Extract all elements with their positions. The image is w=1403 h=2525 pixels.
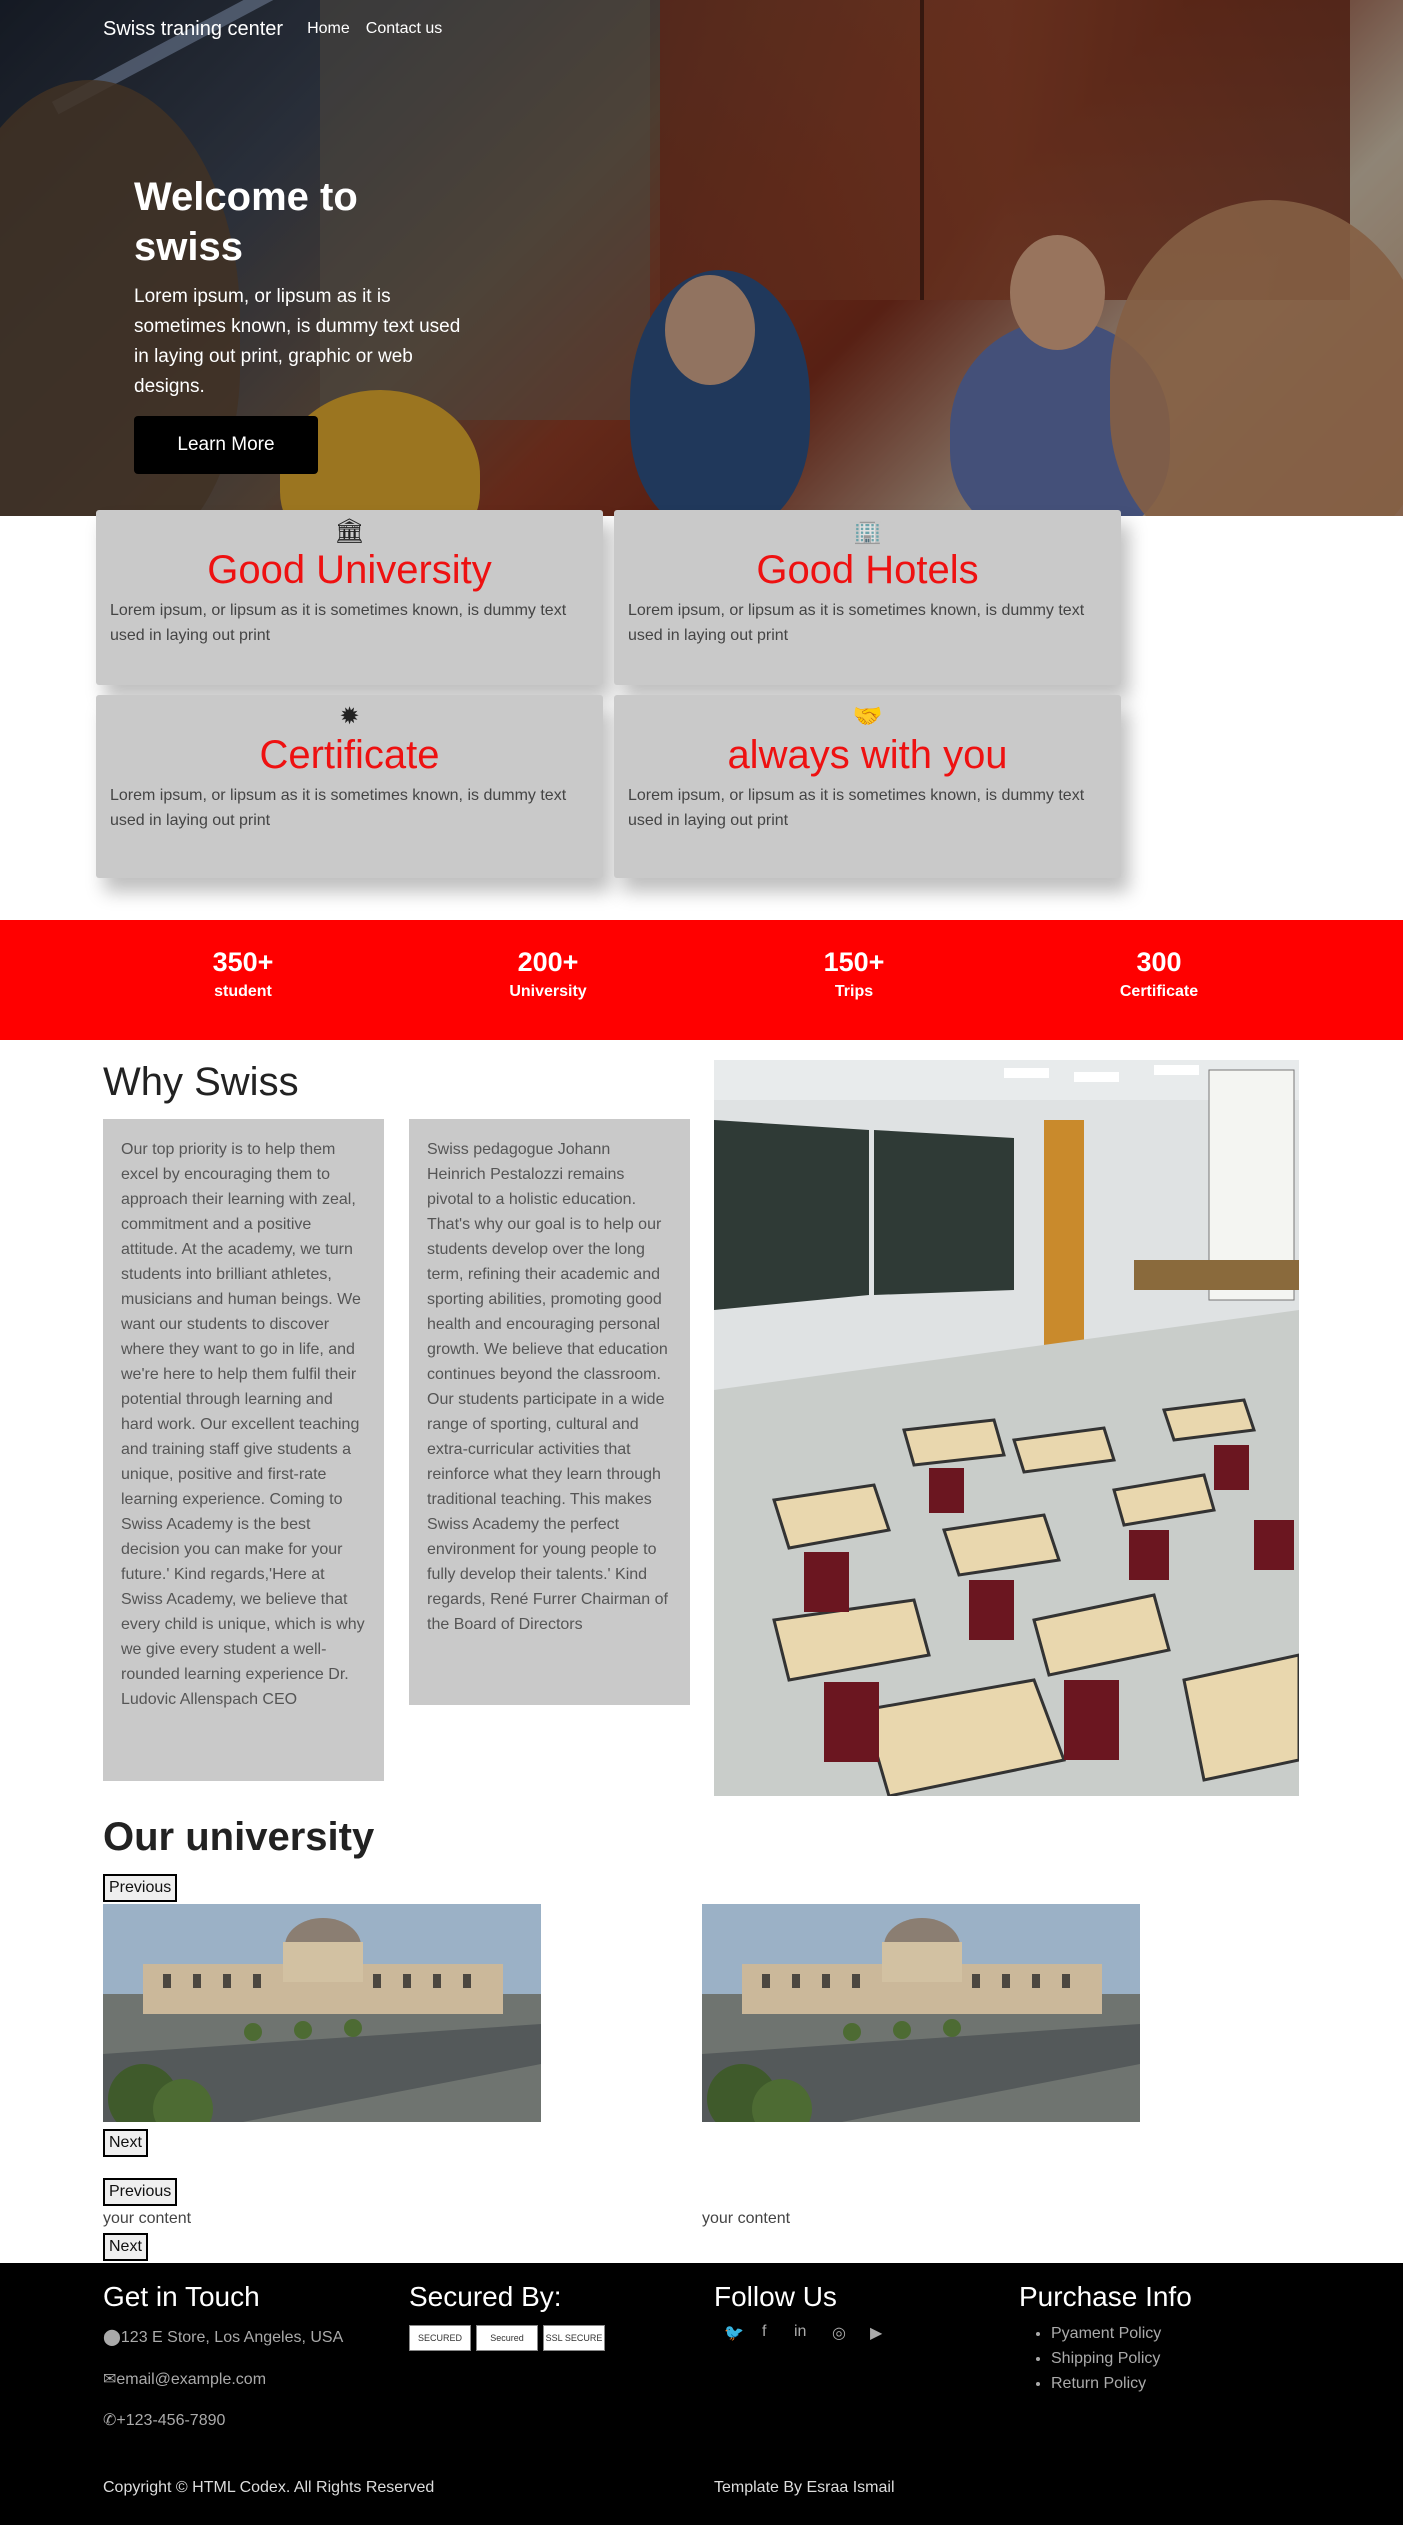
feature-title: Good University bbox=[207, 548, 492, 592]
stat-item: 350+ student bbox=[153, 944, 333, 1004]
feature-card: 🏛 Good University Lorem ipsum, or lipsum… bbox=[96, 510, 603, 685]
feature-card: 🤝 always with you Lorem ipsum, or lipsum… bbox=[614, 695, 1121, 878]
feature-title: Good Hotels bbox=[756, 548, 979, 592]
instagram-icon[interactable]: ◎ bbox=[832, 2323, 846, 2343]
classroom-image bbox=[714, 1060, 1299, 1796]
hotel-icon: 🏢 bbox=[852, 517, 883, 545]
policy-list: Pyament Policy Shipping Policy Return Po… bbox=[1035, 2321, 1161, 2396]
stat-item: 200+ University bbox=[458, 944, 638, 1004]
twitter-icon[interactable]: 🐦 bbox=[724, 2323, 744, 2343]
nav-link-home[interactable]: Home bbox=[307, 20, 350, 38]
university-image bbox=[702, 1904, 1140, 2122]
copyright-text: Copyright © HTML Codex. All Rights Reser… bbox=[103, 2479, 435, 2496]
stat-label: Trips bbox=[834, 983, 874, 1000]
hero-title: Welcome to swiss bbox=[134, 175, 358, 269]
linkedin-icon[interactable]: in bbox=[794, 2323, 806, 2341]
feature-title: always with you bbox=[727, 733, 1008, 777]
feature-text: Lorem ipsum, or lipsum as it is sometime… bbox=[628, 602, 1085, 644]
university-image bbox=[103, 1904, 541, 2122]
stat-label: Certificate bbox=[1119, 983, 1199, 1000]
phone-text[interactable]: +123-456-7890 bbox=[116, 2412, 225, 2429]
stat-value: 200+ bbox=[517, 947, 579, 977]
stat-value: 300 bbox=[1136, 947, 1182, 977]
carousel-previous-button[interactable]: Previous bbox=[103, 1874, 178, 1902]
feature-card: ✹ Certificate Lorem ipsum, or lipsum as … bbox=[96, 695, 603, 878]
hero-banner: Swiss traning center Home Contact us Wel… bbox=[0, 0, 1403, 516]
carousel-next-button[interactable]: Next bbox=[103, 2233, 148, 2261]
university-building-illustration bbox=[103, 1904, 541, 2122]
carousel-content-text: your content bbox=[103, 2210, 192, 2227]
feature-card: 🏢 Good Hotels Lorem ipsum, or lipsum as … bbox=[614, 510, 1121, 685]
ssl-badge: SSL SECURE bbox=[543, 2325, 605, 2351]
facebook-icon[interactable]: f bbox=[762, 2323, 766, 2341]
phone-icon: ✆ bbox=[103, 2412, 117, 2429]
hero-text-block: Welcome to swiss Lorem ipsum, or lipsum … bbox=[134, 172, 464, 402]
youtube-icon[interactable]: ▶ bbox=[870, 2323, 882, 2343]
phone-item: ✆+123-456-7890 bbox=[103, 2410, 225, 2430]
learn-more-button[interactable]: Learn More bbox=[134, 416, 318, 474]
address-item: ⬤123 E Store, Los Angeles, USA bbox=[103, 2327, 343, 2347]
email-item: ✉email@example.com bbox=[103, 2369, 266, 2389]
envelope-icon: ✉ bbox=[103, 2371, 117, 2388]
classroom-illustration bbox=[714, 1060, 1299, 1796]
policy-link-return[interactable]: Return Policy bbox=[1051, 2371, 1161, 2396]
purchase-info-title: Purchase Info bbox=[1019, 2281, 1192, 2312]
why-paragraph: Swiss pedagogue Johann Heinrich Pestaloz… bbox=[427, 1141, 668, 1633]
why-paragraph: Our top priority is to help them excel b… bbox=[121, 1141, 365, 1708]
stats-bar: 350+ student 200+ University 150+ Trips … bbox=[0, 920, 1403, 1040]
stat-label: student bbox=[214, 983, 272, 1000]
feature-text: Lorem ipsum, or lipsum as it is sometime… bbox=[628, 787, 1085, 829]
brand-link[interactable]: Swiss traning center bbox=[103, 18, 283, 41]
stat-value: 350+ bbox=[212, 947, 274, 977]
university-building-illustration bbox=[702, 1904, 1140, 2122]
our-university-title: Our university bbox=[103, 1815, 375, 1859]
address-text: 123 E Store, Los Angeles, USA bbox=[120, 2329, 344, 2346]
why-swiss-title: Why Swiss bbox=[103, 1060, 299, 1104]
policy-link-shipping[interactable]: Shipping Policy bbox=[1051, 2346, 1161, 2371]
follow-us-title: Follow Us bbox=[714, 2281, 837, 2312]
university-icon: 🏛 bbox=[334, 517, 365, 545]
feature-title: Certificate bbox=[259, 733, 440, 777]
carousel-content-text: your content bbox=[702, 2210, 791, 2227]
secured-badge: SECURED bbox=[409, 2325, 471, 2351]
hero-description: Lorem ipsum, or lipsum as it is sometime… bbox=[134, 286, 461, 397]
email-text[interactable]: email@example.com bbox=[116, 2371, 266, 2388]
feature-text: Lorem ipsum, or lipsum as it is sometime… bbox=[110, 787, 567, 829]
stat-item: 300 Certificate bbox=[1069, 944, 1249, 1004]
stat-item: 150+ Trips bbox=[764, 944, 944, 1004]
stat-label: University bbox=[509, 983, 587, 1000]
site-footer: Get in Touch ⬤123 E Store, Los Angeles, … bbox=[0, 2263, 1403, 2525]
why-text-box: Our top priority is to help them excel b… bbox=[103, 1119, 384, 1781]
why-text-box: Swiss pedagogue Johann Heinrich Pestaloz… bbox=[409, 1119, 690, 1705]
handshake-icon: 🤝 bbox=[852, 702, 883, 730]
stat-value: 150+ bbox=[823, 947, 885, 977]
policy-link-payment[interactable]: Pyament Policy bbox=[1051, 2321, 1161, 2346]
get-in-touch-title: Get in Touch bbox=[103, 2281, 260, 2312]
secured-by-title: Secured By: bbox=[409, 2281, 562, 2312]
template-credit: Template By Esraa Ismail bbox=[714, 2479, 895, 2496]
carousel-previous-button[interactable]: Previous bbox=[103, 2178, 178, 2206]
carousel-next-button[interactable]: Next bbox=[103, 2129, 148, 2157]
secured-badge: Secured bbox=[476, 2325, 538, 2351]
feature-text: Lorem ipsum, or lipsum as it is sometime… bbox=[110, 602, 567, 644]
map-marker-icon: ⬤ bbox=[103, 2329, 121, 2346]
nav-link-contact[interactable]: Contact us bbox=[366, 20, 442, 38]
top-navbar: Swiss traning center Home Contact us bbox=[0, 0, 1403, 58]
certificate-icon: ✹ bbox=[339, 702, 360, 730]
